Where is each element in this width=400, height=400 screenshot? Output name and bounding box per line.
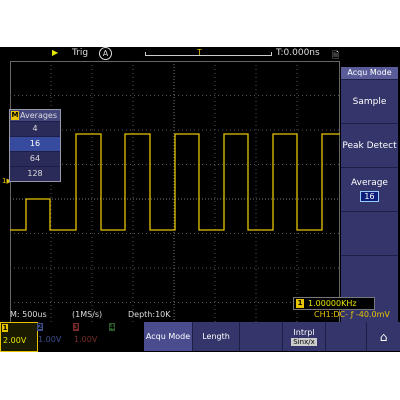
acqu-mode-button-label: Acqu Mode <box>145 332 191 341</box>
frequency-channel-badge: 1 <box>296 299 304 308</box>
bottom-softkey-bar: 1 2.00V 2 1.00V 3 1.00V 4 Acqu Mode Leng… <box>0 322 400 352</box>
time-offset: T:0.000ns <box>276 48 320 58</box>
memory-depth-readout: Depth:10K <box>128 310 171 319</box>
intrpl-value: Sinx/x <box>291 337 317 346</box>
ch2-volts: 1.00V <box>38 335 62 344</box>
ch1-volts: 2.00V <box>3 336 27 345</box>
acqu-mode-menu: Acqu Mode Sample Peak Detect Average 16 <box>341 67 398 335</box>
ch3-volts: 1.00V <box>74 335 98 344</box>
ch3-volts-box[interactable]: 3 1.00V <box>72 322 108 350</box>
ch3-badge: 3 <box>73 323 79 331</box>
averages-popup: M Averages 4 16 64 128 <box>9 109 61 182</box>
softkey-blank-1[interactable] <box>240 322 283 351</box>
ch2-badge: 2 <box>37 323 43 331</box>
menu-item-average-label: Average <box>351 177 388 188</box>
trigger-status: Trig <box>72 48 89 58</box>
length-button[interactable]: Length <box>193 322 240 351</box>
timebase-readout: M: 500us <box>10 310 47 319</box>
sample-rate-readout: (1MS/s) <box>72 310 103 319</box>
averages-option-128[interactable]: 128 <box>10 166 60 181</box>
ch2-volts-box[interactable]: 2 1.00V <box>36 322 72 350</box>
grid-svg <box>10 61 340 337</box>
oscilloscope-screen: ▶ Trig A T T:0.000ns 🗎 1 ▶ Acqu Mode Samp… <box>0 47 400 352</box>
ch4-volts-box[interactable]: 4 <box>108 322 144 350</box>
trigger-settings-readout: CH1:DC- ƒ -40.0mV <box>314 310 390 319</box>
menu-item-sample[interactable]: Sample <box>341 79 398 123</box>
acquisition-status-bar: M: 500us (1MS/s) Depth:10K CH1:DC- ƒ -40… <box>0 310 400 321</box>
trigger-position-marker: T <box>197 48 202 57</box>
multipurpose-knob-badge: M <box>11 111 19 120</box>
menu-item-peak-detect-label: Peak Detect <box>342 140 397 151</box>
acqu-mode-button[interactable]: Acqu Mode <box>144 322 193 351</box>
menu-item-empty-2 <box>341 255 398 299</box>
averages-option-64[interactable]: 64 <box>10 151 60 166</box>
intrpl-button-label: Intrpl <box>293 327 315 337</box>
averages-option-4[interactable]: 4 <box>10 121 60 136</box>
menu-item-empty-1 <box>341 211 398 255</box>
averages-option-16[interactable]: 16 <box>10 136 60 151</box>
run-state-icon: ▶ <box>52 48 59 57</box>
top-status-bar: ▶ Trig A T T:0.000ns 🗎 <box>0 47 400 61</box>
averages-popup-header: M Averages <box>10 110 60 121</box>
frequency-value: 1.00000KHz <box>308 299 357 308</box>
memory-timeline <box>145 52 272 56</box>
acqu-mode-menu-title: Acqu Mode <box>341 67 398 79</box>
length-button-label: Length <box>202 332 230 341</box>
home-button[interactable]: ⌂ <box>367 322 400 351</box>
menu-item-sample-label: Sample <box>352 96 387 107</box>
frequency-readout: 1 1.00000KHz <box>293 297 375 310</box>
averages-popup-title: Averages <box>20 111 58 120</box>
ch1-volts-box[interactable]: 1 2.00V <box>0 322 38 352</box>
ch4-badge: 4 <box>109 323 115 331</box>
menu-item-average[interactable]: Average 16 <box>341 167 398 211</box>
ch1-badge: 1 <box>2 324 8 332</box>
softkey-blank-2[interactable] <box>326 322 367 351</box>
waveform-grid <box>10 61 340 337</box>
intrpl-button[interactable]: Intrpl Sinx/x <box>283 322 326 351</box>
average-count-value: 16 <box>360 190 379 202</box>
home-icon: ⌂ <box>379 329 388 344</box>
trigger-mode-icon: A <box>99 47 112 60</box>
menu-item-peak-detect[interactable]: Peak Detect <box>341 123 398 167</box>
